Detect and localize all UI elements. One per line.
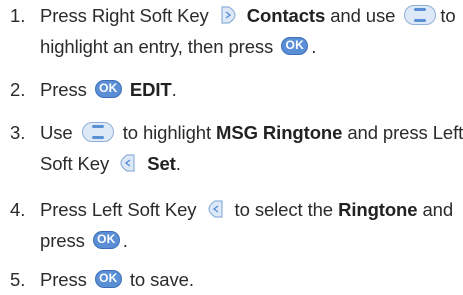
step-text: and press Left xyxy=(347,122,463,143)
step-text: to select the xyxy=(234,199,334,220)
step-text: . xyxy=(311,36,317,57)
msg-ringtone-label: MSG Ringtone xyxy=(216,122,343,143)
step-text: press xyxy=(40,230,85,251)
step-text: Press Left Soft Key xyxy=(40,199,197,220)
left-soft-key-icon xyxy=(207,200,224,218)
step-text-line: Press OK to save. xyxy=(40,265,194,295)
step-text: to save. xyxy=(129,269,194,290)
step-text: Press xyxy=(40,79,87,100)
step-text-line: Press OK EDIT. xyxy=(40,75,177,105)
step-text: and xyxy=(422,199,454,220)
step-text-line: Use to highlight MSG Ringtone and press … xyxy=(40,118,463,148)
step-text: Press xyxy=(40,269,87,290)
step-number: 4. xyxy=(10,199,26,220)
step-text: Press Right Soft Key xyxy=(40,5,209,26)
step-text-line: Soft Key Set. xyxy=(40,149,181,179)
step-text-line: Press Right Soft Key Contacts and use to xyxy=(40,1,456,31)
left-soft-key-icon xyxy=(120,154,136,172)
step-text-line: Press Left Soft Key to select the Ringto… xyxy=(40,195,453,225)
step-number: 2. xyxy=(10,79,26,100)
instruction-list: 1. Press Right Soft Key Contacts and use… xyxy=(0,0,463,295)
ringtone-label: Ringtone xyxy=(338,199,418,220)
ok-key-icon: OK xyxy=(281,37,309,56)
ok-key-icon: OK xyxy=(92,231,120,250)
contacts-label: Contacts xyxy=(246,5,326,26)
ok-key-icon: OK xyxy=(94,270,122,289)
step-number: 1. xyxy=(10,5,26,26)
ok-key-icon: OK xyxy=(94,80,122,99)
step-text: to highlight xyxy=(122,122,211,143)
navigation-key-icon xyxy=(81,122,114,143)
step-text: Use xyxy=(40,122,73,143)
step-text: Soft Key xyxy=(40,153,110,174)
set-label: Set xyxy=(147,153,176,174)
step-number: 5. xyxy=(10,269,26,290)
step-text: and use xyxy=(330,5,396,26)
step-text-line: highlight an entry, then press OK. xyxy=(40,32,316,62)
navigation-key-icon xyxy=(404,5,437,26)
step-text: . xyxy=(175,153,181,174)
step-text: . xyxy=(171,79,177,100)
edit-label: EDIT xyxy=(129,79,172,100)
step-number: 3. xyxy=(10,122,26,143)
step-text: . xyxy=(122,230,128,251)
step-text: highlight an entry, then press xyxy=(40,36,274,57)
step-text-line: press OK. xyxy=(40,226,128,256)
right-soft-key-icon xyxy=(220,6,236,24)
step-text: to xyxy=(440,5,456,26)
